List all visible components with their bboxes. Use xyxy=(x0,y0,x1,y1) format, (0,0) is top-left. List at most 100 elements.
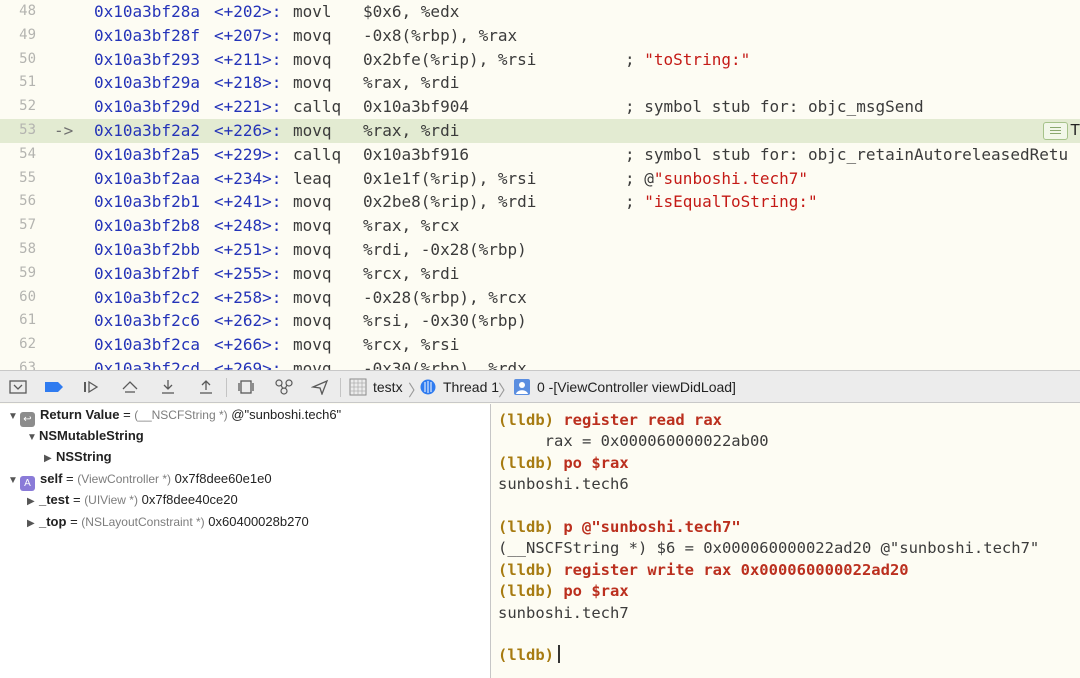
instruction-row[interactable]: 63 0x10a3bf2cd <+269>: movq -0x30(%rbp), %rd… xyxy=(0,357,1080,370)
lldb-command: p @"sunboshi.tech7" xyxy=(563,518,741,536)
console-line: (lldb) register write rax 0x000060000022… xyxy=(498,560,909,582)
comment-text: ; symbol stub for: objc_retainAutoreleas… xyxy=(625,144,1069,164)
variable-row-nsmutablestring[interactable]: ▼ NSMutableString xyxy=(27,426,144,446)
instruction-row[interactable]: 61 0x10a3bf2c6 <+262>: movq %rsi, -0x30(%rbp… xyxy=(0,309,1080,333)
instruction-offset: <+221>: xyxy=(214,97,282,117)
instruction-row[interactable]: 58 0x10a3bf2bb <+251>: movq %rdi, -0x28(%rbp… xyxy=(0,238,1080,262)
instruction-offset: <+258>: xyxy=(214,287,282,307)
instruction-row[interactable]: 62 0x10a3bf2ca <+266>: movq %rcx, %rsi xyxy=(0,333,1080,357)
line-number: 55 xyxy=(19,169,36,186)
instruction-mnemonic: movq xyxy=(293,25,332,45)
line-number: 53 xyxy=(19,121,36,138)
step-out-icon[interactable] xyxy=(196,378,216,396)
instruction-address: 0x10a3bf2cd xyxy=(94,358,200,370)
instruction-comment: ; "toString:" xyxy=(625,48,750,72)
variable-name: _test xyxy=(39,492,70,507)
lldb-output: sunboshi.tech7 xyxy=(498,603,629,622)
variable-type: (__NSCFString *) xyxy=(134,408,228,422)
instruction-comment: ; symbol stub for: objc_msgSend xyxy=(625,95,924,119)
instruction-mnemonic: leaq xyxy=(293,168,332,188)
instruction-row[interactable]: 56 0x10a3bf2b1 <+241>: movq 0x2be8(%rip), %r… xyxy=(0,190,1080,214)
comment-text: ; xyxy=(625,49,645,69)
instruction-row[interactable]: 54 0x10a3bf2a5 <+229>: callq 0x10a3bf916 ; sy… xyxy=(0,143,1080,167)
variable-value: 0x7f8dee60e1e0 xyxy=(174,471,272,486)
disclosure-expanded-icon[interactable]: ▼ xyxy=(8,407,20,427)
step-into-icon[interactable] xyxy=(158,378,178,396)
instruction-offset: <+262>: xyxy=(214,311,282,331)
line-number: 50 xyxy=(19,50,36,67)
instruction-row[interactable]: 51 0x10a3bf29a <+218>: movq %rax, %rdi xyxy=(0,71,1080,95)
lldb-prompt: (lldb) xyxy=(498,582,554,601)
line-number: 63 xyxy=(19,359,36,370)
breakpoints-toggle-icon[interactable] xyxy=(44,378,64,396)
disclosure-collapsed-icon[interactable]: ▶ xyxy=(44,449,56,469)
hide-debug-area-icon[interactable] xyxy=(8,378,28,396)
breadcrumb-thread[interactable]: Thread 1 xyxy=(443,379,499,395)
instruction-operands: 0x10a3bf904 xyxy=(363,97,469,117)
disclosure-expanded-icon[interactable]: ▼ xyxy=(8,471,20,491)
variable-name: NSMutableString xyxy=(39,428,144,443)
instruction-row[interactable]: 60 0x10a3bf2c2 <+258>: movq -0x28(%rbp), %rc… xyxy=(0,286,1080,310)
continue-icon[interactable] xyxy=(82,378,102,396)
view-hierarchy-icon[interactable] xyxy=(236,378,256,396)
variable-type: (UIView *) xyxy=(84,493,138,507)
instruction-operands: $0x6, %edx xyxy=(363,2,460,21)
instruction-offset: <+234>: xyxy=(214,168,282,188)
variable-row-self[interactable]: ▼ Aself = (ViewController *) 0x7f8dee60e1… xyxy=(8,469,272,491)
instruction-address: 0x10a3bf29d xyxy=(94,97,200,117)
variable-row-nsstring[interactable]: ▶ NSString xyxy=(44,447,112,467)
disclosure-collapsed-icon[interactable]: ▶ xyxy=(27,514,39,534)
lldb-prompt: (lldb) xyxy=(498,646,554,665)
variable-row-top[interactable]: ▶ _top = (NSLayoutConstraint *) 0x6040002… xyxy=(27,512,309,532)
instruction-address: 0x10a3bf2a2 xyxy=(94,120,200,140)
instruction-offset: <+255>: xyxy=(214,263,282,283)
instruction-address: 0x10a3bf2a5 xyxy=(94,144,200,164)
disassembly-view[interactable]: 48 0x10a3bf28a <+202>: movl $0x6, %edx 49 0x10… xyxy=(0,0,1080,370)
instruction-operands: %rcx, %rdi xyxy=(363,263,460,283)
console-line: (__NSCFString *) $6 = 0x000060000022ad20… xyxy=(498,538,1039,560)
instruction-offset: <+241>: xyxy=(214,192,282,212)
variable-type: (NSLayoutConstraint *) xyxy=(81,515,205,529)
thread-indicator-icon[interactable] xyxy=(1043,121,1068,140)
lldb-command: register read rax xyxy=(563,411,722,429)
variable-row-test[interactable]: ▶ _test = (UIView *) 0x7f8dee40ce20 xyxy=(27,490,238,510)
instruction-mnemonic: movl xyxy=(293,2,332,21)
variable-row-return-value[interactable]: ▼Return Value = (__NSCFString *) @"sunbo… xyxy=(8,405,341,427)
disclosure-collapsed-icon[interactable]: ▶ xyxy=(27,492,39,512)
debug-bar: testx 〉 Thread 1 〉 0 -[ViewController vi… xyxy=(0,370,1080,403)
comment-string-literal: "sunboshi.tech7" xyxy=(653,168,809,188)
lldb-console[interactable]: (lldb) register read rax rax = 0x0000600… xyxy=(491,404,1080,678)
instruction-offset: <+266>: xyxy=(214,335,282,355)
instruction-address: 0x10a3bf2aa xyxy=(94,168,200,188)
instruction-row[interactable]: 55 0x10a3bf2aa <+234>: leaq 0x1e1f(%rip), %r… xyxy=(0,167,1080,191)
instruction-address: 0x10a3bf293 xyxy=(94,49,200,69)
instruction-row[interactable]: 57 0x10a3bf2b8 <+248>: movq %rax, %rcx xyxy=(0,214,1080,238)
line-number: 58 xyxy=(19,240,36,257)
simulate-location-icon[interactable] xyxy=(310,378,330,396)
console-line: (lldb) xyxy=(498,645,560,667)
instruction-row[interactable]: 48 0x10a3bf28a <+202>: movl $0x6, %edx xyxy=(0,0,1080,24)
instruction-mnemonic: movq xyxy=(293,73,332,93)
text-cursor xyxy=(558,645,560,664)
instruction-address: 0x10a3bf2c2 xyxy=(94,287,200,307)
instruction-operands: 0x2bfe(%rip), %rsi xyxy=(363,49,537,69)
line-number: 54 xyxy=(19,145,36,162)
current-instruction-row[interactable]: 53 -> 0x10a3bf2a2 <+226>: movq %rax, %rdi T xyxy=(0,118,1080,143)
lldb-prompt: (lldb) xyxy=(498,560,554,579)
instruction-row[interactable]: 49 0x10a3bf28f <+207>: movq -0x8(%rbp), %rax xyxy=(0,24,1080,48)
breadcrumb-target[interactable]: testx xyxy=(373,379,403,395)
line-number: 59 xyxy=(19,264,36,281)
variable-value: 0x7f8dee40ce20 xyxy=(141,492,238,507)
instruction-mnemonic: movq xyxy=(293,49,332,69)
instruction-address: 0x10a3bf2c6 xyxy=(94,311,200,331)
disclosure-expanded-icon[interactable]: ▼ xyxy=(27,428,39,448)
instruction-row[interactable]: 52 0x10a3bf29d <+221>: callq 0x10a3bf904 ; sy… xyxy=(0,95,1080,119)
breadcrumb-frame[interactable]: 0 -[ViewController viewDidLoad] xyxy=(537,379,736,395)
console-line: (lldb) p @"sunboshi.tech7" xyxy=(498,517,741,539)
instruction-row[interactable]: 50 0x10a3bf293 <+211>: movq 0x2bfe(%rip), %r… xyxy=(0,48,1080,72)
memory-graph-icon[interactable] xyxy=(274,378,294,396)
step-over-icon[interactable] xyxy=(120,378,140,396)
console-line: (lldb) po $rax xyxy=(498,581,629,603)
instruction-row[interactable]: 59 0x10a3bf2bf <+255>: movq %rcx, %rdi xyxy=(0,262,1080,286)
instruction-operands: %rax, %rcx xyxy=(363,216,460,236)
